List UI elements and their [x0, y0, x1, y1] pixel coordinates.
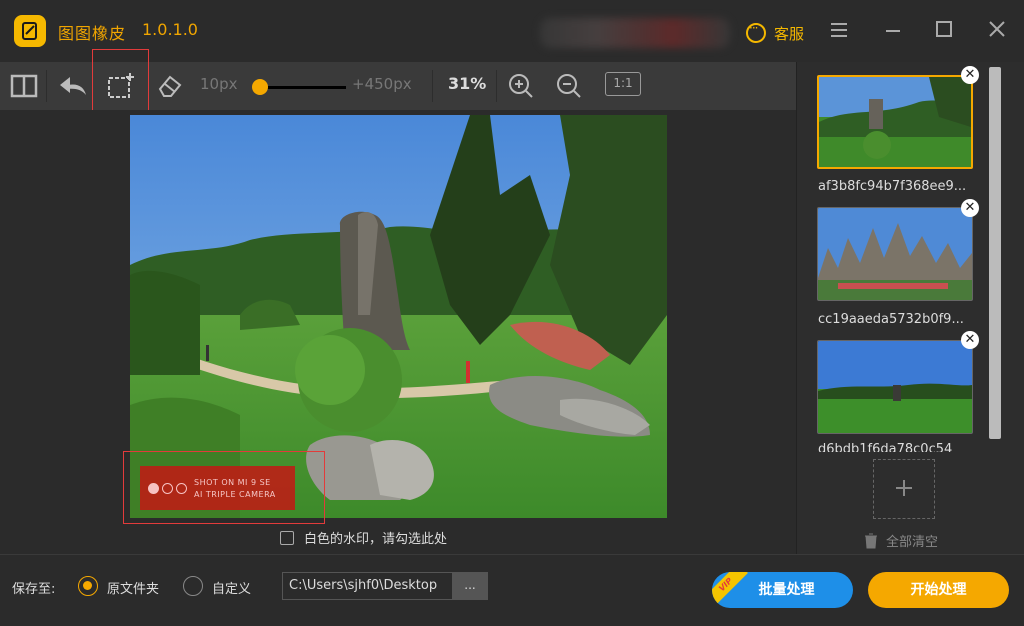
- brush-size-max-label: +450px: [352, 75, 412, 93]
- minimize-icon: [886, 30, 900, 32]
- browse-folder-button[interactable]: ...: [452, 572, 488, 600]
- remove-file-1-button[interactable]: ✕: [961, 66, 979, 84]
- chat-bubble-icon: [746, 21, 766, 43]
- custom-folder-radio[interactable]: [183, 576, 203, 596]
- file-thumbnail-2[interactable]: [817, 207, 973, 301]
- maximize-icon: [936, 21, 952, 37]
- app-logo-icon: [14, 15, 46, 47]
- minimize-button[interactable]: [880, 18, 906, 44]
- customer-service-label: 客服: [774, 24, 805, 43]
- file-thumbnail-3[interactable]: [817, 340, 973, 434]
- custom-folder-label: 自定义: [212, 582, 252, 597]
- file-list-scrollbar[interactable]: [989, 67, 1001, 439]
- file-name-3: d6bdb1f6da78c0c54: [818, 442, 953, 452]
- actual-size-button[interactable]: 1:1: [605, 72, 641, 96]
- batch-process-label: 批量处理: [758, 582, 815, 598]
- blurred-user-area: [540, 18, 730, 48]
- file-thumbnail-1[interactable]: [817, 75, 973, 169]
- save-path-input[interactable]: C:\Users\sjhf0\Desktop: [282, 572, 454, 600]
- original-folder-label: 原文件夹: [107, 582, 160, 597]
- app-version: 1.0.1.0: [142, 20, 198, 39]
- brush-size-min-label: 10px: [200, 75, 238, 93]
- brush-size-slider[interactable]: [258, 86, 346, 89]
- compare-view-button[interactable]: [8, 62, 40, 110]
- eraser-button[interactable]: [152, 62, 188, 110]
- zoom-level: 31%: [448, 74, 487, 93]
- plus-icon: [896, 480, 912, 496]
- app-title: 图图橡皮: [58, 24, 127, 43]
- maximize-button[interactable]: [931, 18, 957, 44]
- crop-tool-highlight: [92, 49, 149, 115]
- eraser-icon: [158, 75, 182, 97]
- undo-button[interactable]: [55, 62, 91, 110]
- file-name-2: cc19aaeda5732b0f9...: [818, 312, 964, 327]
- watermark-selection-box[interactable]: [123, 451, 325, 524]
- zoom-in-icon: [509, 74, 533, 98]
- file-name-1: af3b8fc94b7f368ee9...: [818, 179, 967, 194]
- title-bar: 图图橡皮 1.0.1.0 客服: [0, 0, 1024, 62]
- compare-icon: [10, 74, 38, 98]
- brush-size-slider-knob[interactable]: [251, 79, 268, 95]
- remove-file-2-button[interactable]: ✕: [961, 199, 979, 217]
- save-to-label: 保存至:: [12, 582, 56, 597]
- clear-all-label: 全部清空: [886, 535, 939, 550]
- customer-service-button[interactable]: 客服: [746, 21, 805, 44]
- add-file-button[interactable]: [873, 459, 935, 519]
- remove-file-3-button[interactable]: ✕: [961, 331, 979, 349]
- zoom-in-button[interactable]: [505, 62, 537, 110]
- app-window: 图图橡皮 1.0.1.0 客服: [0, 0, 1024, 626]
- batch-process-button[interactable]: VIP 批量处理: [712, 572, 853, 608]
- start-process-button[interactable]: 开始处理: [868, 572, 1009, 608]
- white-watermark-option[interactable]: 白色的水印，请勾选此处: [280, 528, 447, 547]
- white-watermark-label: 白色的水印，请勾选此处: [304, 532, 448, 547]
- original-folder-radio[interactable]: [78, 576, 98, 596]
- menu-button[interactable]: [826, 18, 852, 44]
- close-button[interactable]: [984, 18, 1010, 44]
- clear-all-button[interactable]: 全部清空: [864, 531, 938, 550]
- undo-icon: [60, 77, 86, 95]
- white-watermark-checkbox[interactable]: [280, 530, 294, 545]
- zoom-out-icon: [557, 74, 581, 98]
- zoom-out-button[interactable]: [553, 62, 585, 110]
- trash-icon: [865, 533, 877, 548]
- close-icon: [989, 21, 1005, 37]
- menu-icon: [831, 23, 847, 37]
